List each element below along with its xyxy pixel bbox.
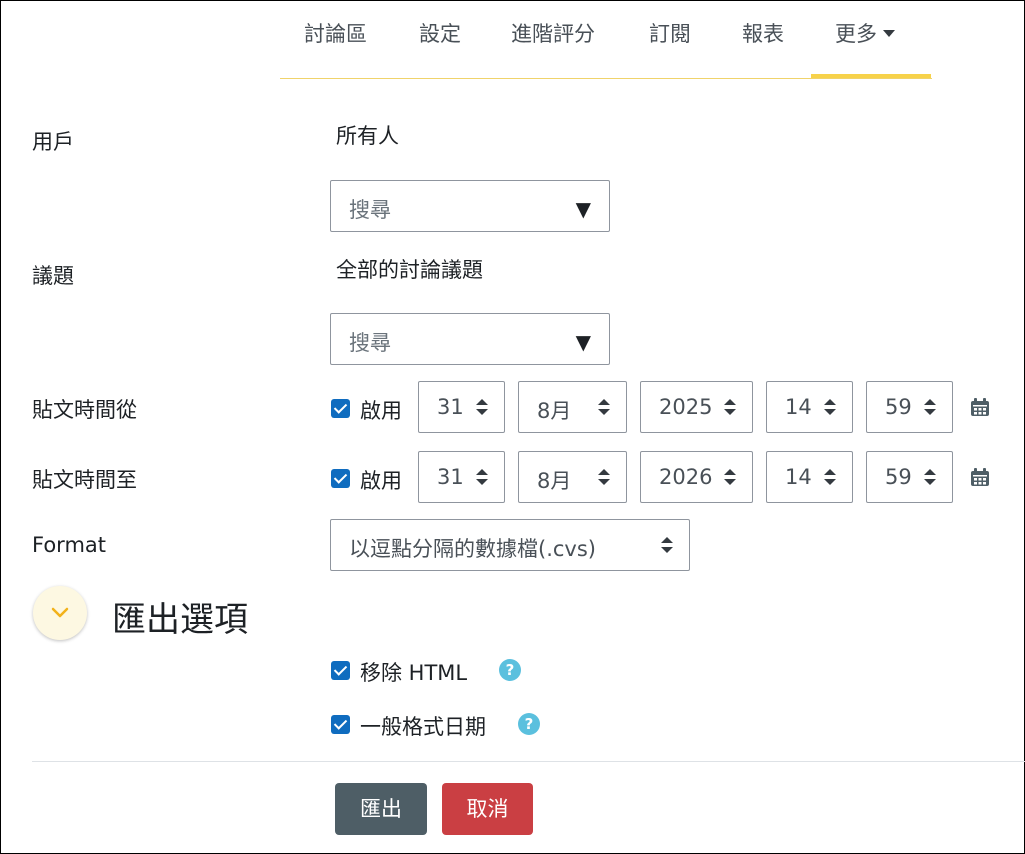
date-from-day-value: 31	[437, 395, 464, 419]
date-to-enable-checkbox[interactable]	[331, 469, 350, 488]
format-label: Format	[32, 533, 107, 557]
tab-subscriptions[interactable]: 訂閱	[649, 18, 691, 48]
dropdown-triangle-icon: ▼	[575, 197, 591, 221]
users-search-placeholder: 搜尋	[349, 198, 391, 222]
select-arrows-icon	[824, 399, 836, 417]
date-to-day-select[interactable]: 31	[418, 451, 505, 503]
date-from-month-value: 8月	[537, 399, 572, 423]
select-arrows-icon	[924, 399, 936, 417]
select-arrows-icon	[924, 469, 936, 487]
tab-forum[interactable]: 討論區	[304, 18, 367, 48]
active-tab-indicator	[811, 74, 931, 78]
tab-more-label: 更多	[835, 22, 877, 46]
help-icon[interactable]: ?	[518, 713, 540, 735]
tab-settings[interactable]: 設定	[419, 18, 461, 48]
chevron-down-icon	[51, 607, 69, 618]
cancel-button[interactable]: 取消	[442, 783, 533, 835]
select-arrows-icon	[598, 469, 610, 487]
date-from-year-value: 2025	[659, 395, 713, 419]
date-to-minute-select[interactable]: 59	[866, 451, 953, 503]
select-arrows-icon	[724, 469, 736, 487]
dropdown-triangle-icon: ▼	[575, 330, 591, 354]
discussions-label: 議題	[32, 264, 74, 288]
format-select[interactable]: 以逗點分隔的數據檔(.cvs)	[330, 519, 690, 571]
date-to-month-value: 8月	[537, 469, 572, 493]
calendar-icon[interactable]	[970, 467, 990, 487]
date-to-day-value: 31	[437, 465, 464, 489]
date-to-hour-select[interactable]: 14	[766, 451, 853, 503]
date-from-year-select[interactable]: 2025	[640, 381, 753, 433]
date-to-month-select[interactable]: 8月	[518, 451, 627, 503]
help-icon[interactable]: ?	[499, 659, 521, 681]
users-selected-value: 所有人	[336, 124, 399, 148]
form-divider	[32, 761, 1025, 762]
tab-more[interactable]: 更多	[835, 18, 895, 48]
discussions-search-select[interactable]: 搜尋 ▼	[330, 313, 610, 365]
date-from-month-select[interactable]: 8月	[518, 381, 627, 433]
discussions-selected-value: 全部的討論議題	[336, 258, 483, 282]
date-to-hour-value: 14	[785, 465, 812, 489]
export-options-heading: 匯出選項	[112, 600, 248, 640]
date-from-day-select[interactable]: 31	[418, 381, 505, 433]
users-label: 用戶	[32, 130, 74, 154]
date-from-enable-label: 啟用	[360, 399, 402, 423]
select-arrows-icon	[476, 399, 488, 417]
human-dates-label: 一般格式日期	[360, 715, 486, 739]
human-dates-checkbox[interactable]	[331, 715, 350, 734]
date-to-year-select[interactable]: 2026	[640, 451, 753, 503]
remove-html-checkbox[interactable]	[331, 661, 350, 680]
export-button[interactable]: 匯出	[335, 783, 427, 835]
select-arrows-icon	[661, 537, 673, 555]
date-to-enable-label: 啟用	[360, 469, 402, 493]
select-arrows-icon	[598, 399, 610, 417]
select-arrows-icon	[724, 399, 736, 417]
tab-reports[interactable]: 報表	[742, 18, 784, 48]
date-from-enable-checkbox[interactable]	[331, 399, 350, 418]
users-search-select[interactable]: 搜尋 ▼	[330, 180, 610, 232]
select-arrows-icon	[824, 469, 836, 487]
date-to-year-value: 2026	[659, 465, 713, 489]
date-from-hour-select[interactable]: 14	[766, 381, 853, 433]
calendar-icon[interactable]	[970, 397, 990, 417]
date-to-minute-value: 59	[885, 465, 912, 489]
format-value: 以逗點分隔的數據檔(.cvs)	[349, 537, 596, 561]
select-arrows-icon	[476, 469, 488, 487]
date-from-minute-value: 59	[885, 395, 912, 419]
date-from-minute-select[interactable]: 59	[866, 381, 953, 433]
caret-down-icon	[883, 29, 895, 37]
discussions-search-placeholder: 搜尋	[349, 331, 391, 355]
remove-html-label: 移除 HTML	[360, 661, 468, 685]
tab-advanced-grading[interactable]: 進階評分	[511, 18, 595, 48]
date-from-hour-value: 14	[785, 395, 812, 419]
collapse-toggle-button[interactable]	[33, 586, 87, 640]
date-to-label: 貼文時間至	[32, 468, 137, 492]
date-from-label: 貼文時間從	[32, 398, 137, 422]
